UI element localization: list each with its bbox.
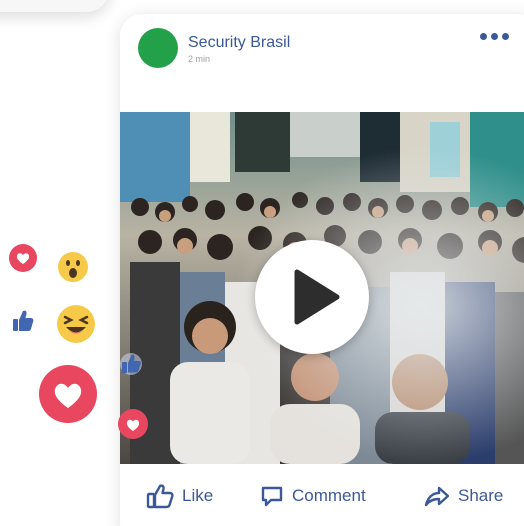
avatar[interactable] xyxy=(138,28,178,68)
background-card-edge xyxy=(0,0,110,12)
play-button[interactable] xyxy=(255,240,369,354)
thumbs-up-reaction-icon xyxy=(13,310,34,331)
video-thumbnail[interactable] xyxy=(120,112,524,464)
comment-icon xyxy=(261,486,283,507)
heart-reaction-small-icon xyxy=(118,409,148,439)
post-card: Security Brasil 2 min Like Comment Share xyxy=(120,14,524,526)
like-label: Like xyxy=(182,486,214,505)
post-action-bar: Like Comment Share xyxy=(120,480,524,512)
comment-label: Comment xyxy=(292,486,366,505)
play-icon xyxy=(294,269,340,325)
share-label: Share xyxy=(458,486,504,505)
thumbs-up-icon xyxy=(146,484,174,509)
like-button[interactable]: Like xyxy=(146,480,213,512)
heart-reaction-large-icon xyxy=(39,365,97,423)
laughing-emoji-icon xyxy=(57,305,95,343)
thumbs-up-reaction-small-icon xyxy=(120,353,142,375)
social-post-scene: Security Brasil 2 min Like Comment Share xyxy=(0,0,524,526)
post-timestamp: 2 min xyxy=(188,54,211,64)
wow-emoji-icon xyxy=(58,252,88,282)
share-icon xyxy=(424,486,450,507)
more-options-icon[interactable] xyxy=(480,29,510,43)
page-name[interactable]: Security Brasil xyxy=(188,34,290,52)
comment-button[interactable]: Comment xyxy=(260,480,366,512)
heart-reaction-icon xyxy=(9,244,37,272)
share-button[interactable]: Share xyxy=(424,480,503,512)
